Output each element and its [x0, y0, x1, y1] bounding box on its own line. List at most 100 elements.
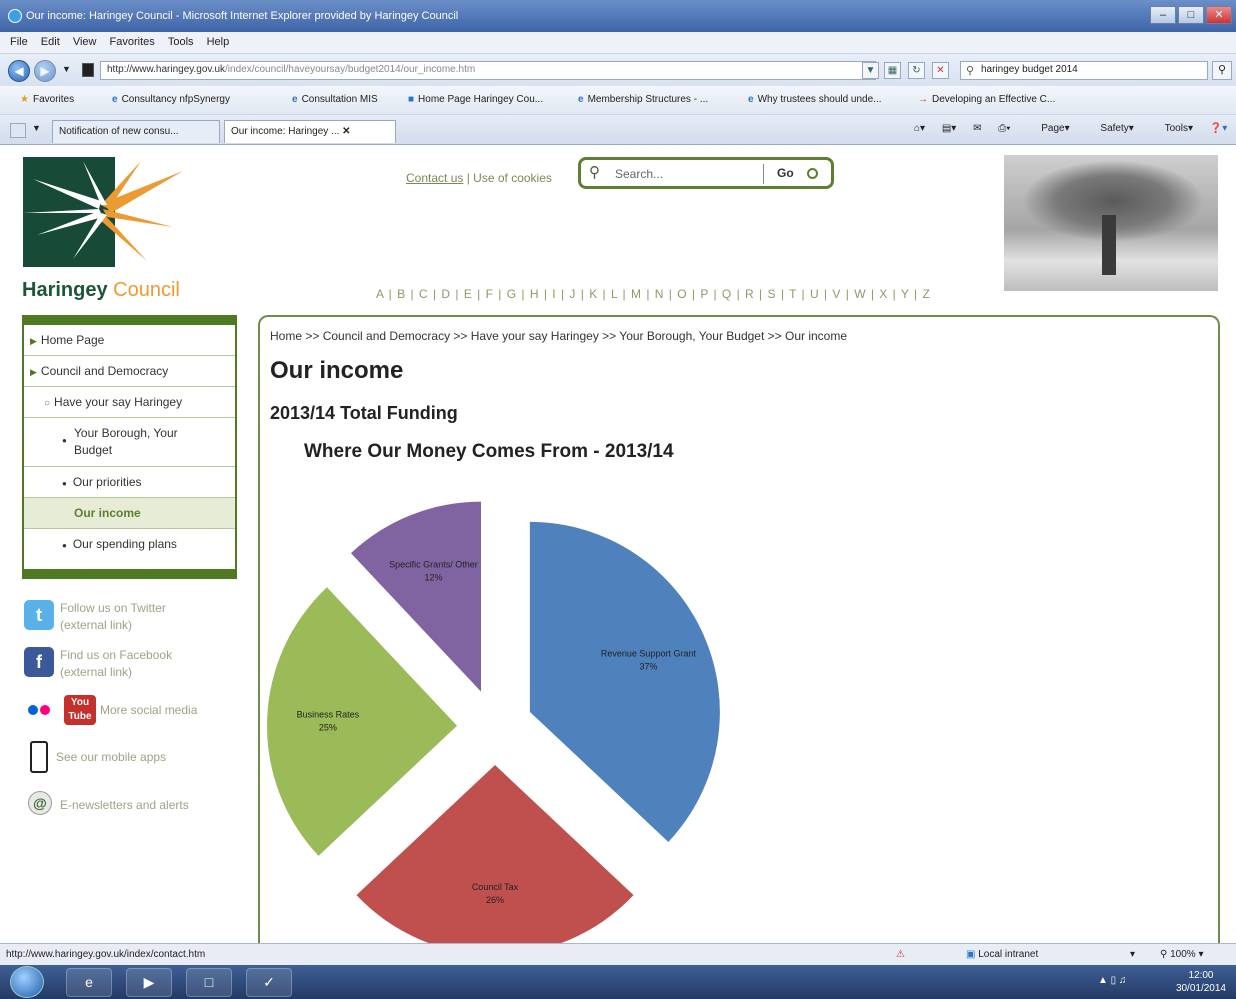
- logo-word-council: Council: [113, 279, 180, 301]
- print-icon[interactable]: ⎙▾: [998, 123, 1010, 134]
- cookies-link[interactable]: Use of cookies: [473, 171, 552, 185]
- home-icon[interactable]: ⌂▾: [914, 123, 925, 134]
- status-link: http://www.haringey.gov.uk/index/contact…: [6, 949, 206, 960]
- forward-icon[interactable]: ▶: [34, 60, 56, 82]
- nav-our-spending-plans[interactable]: ● Our spending plans: [24, 529, 235, 560]
- tab-our-income[interactable]: Our income: Haringey ... ✕: [224, 120, 396, 143]
- address-dropdown-icon[interactable]: ▼: [862, 62, 879, 79]
- enewsletters-link[interactable]: E-newsletters and alerts: [60, 798, 189, 812]
- nav-label: Your Borough, Your Budget: [74, 426, 178, 457]
- address-bar-row: ◀ ▶ ▼ http://www.haringey.gov.uk/index/c…: [0, 54, 1236, 86]
- favorite-label: Consultation MIS: [301, 94, 378, 105]
- start-button[interactable]: [10, 966, 44, 998]
- system-clock[interactable]: 12:00 30/01/2014: [1176, 969, 1226, 995]
- haringey-logo[interactable]: [23, 157, 188, 267]
- search-divider: [763, 164, 764, 184]
- twitter-icon[interactable]: t: [24, 600, 54, 630]
- compat-view-icon[interactable]: ▦: [884, 62, 901, 79]
- favorites-button[interactable]: ★ Favorites: [20, 94, 74, 105]
- page-menu[interactable]: Page▾: [1027, 123, 1069, 134]
- nav-label: Our income: [74, 506, 141, 520]
- close-button[interactable]: ✕: [1206, 6, 1232, 24]
- help-icon[interactable]: ❓▾: [1210, 123, 1227, 134]
- tab-list-dropdown-icon[interactable]: ▼: [32, 123, 41, 133]
- browser-search-input[interactable]: ⚲ haringey budget 2014: [960, 61, 1208, 80]
- top-links: Contact us | Use of cookies: [406, 171, 552, 185]
- zone-indicator[interactable]: ▣ Local intranet: [966, 949, 1038, 960]
- youtube-icon[interactable]: You Tube: [64, 695, 96, 725]
- facebook-link[interactable]: Find us on Facebook (external link): [60, 647, 172, 681]
- menu-edit[interactable]: Edit: [41, 36, 60, 48]
- mail-icon[interactable]: ✉: [973, 123, 981, 134]
- nav-home-page[interactable]: ▶ Home Page: [24, 325, 235, 356]
- minimize-button[interactable]: –: [1150, 6, 1176, 24]
- tools-menu[interactable]: Tools▾: [1151, 123, 1193, 134]
- nav-council-democracy[interactable]: ▶ Council and Democracy: [24, 356, 235, 387]
- menu-tools[interactable]: Tools: [168, 36, 194, 48]
- back-icon[interactable]: ◀: [8, 60, 30, 82]
- facebook-icon[interactable]: f: [24, 647, 54, 677]
- status-options-icon[interactable]: ▾: [1130, 949, 1135, 960]
- quick-tabs-icon[interactable]: [10, 123, 26, 138]
- browser-search-button[interactable]: ⚲: [1212, 61, 1232, 80]
- history-dropdown-icon[interactable]: ▼: [62, 64, 71, 74]
- tray-icons[interactable]: ▲ ▯ ♫: [1098, 975, 1126, 986]
- status-bar: http://www.haringey.gov.uk/index/contact…: [0, 943, 1236, 965]
- arrow-right-icon: ▶: [30, 336, 37, 346]
- address-input[interactable]: http://www.haringey.gov.uk/index/council…: [100, 61, 876, 80]
- safety-menu[interactable]: Safety▾: [1086, 123, 1133, 134]
- explorer-folder-icon[interactable]: □: [186, 968, 232, 997]
- breadcrumb[interactable]: Home >> Council and Democracy >> Have yo…: [270, 329, 847, 343]
- nav-our-income[interactable]: Our income: [24, 498, 235, 529]
- close-tab-icon[interactable]: ✕: [342, 126, 350, 137]
- nav-have-your-say[interactable]: ○ Have your say Haringey: [24, 387, 235, 418]
- favorite-link[interactable]: e Consultancy nfpSynergy: [112, 94, 230, 105]
- main-content: Home >> Council and Democracy >> Have yo…: [258, 315, 1220, 943]
- twitter-link[interactable]: Follow us on Twitter (external link): [60, 600, 166, 634]
- favorite-link[interactable]: → Developing an Effective C...: [918, 94, 1055, 105]
- contact-us-link[interactable]: Contact us: [406, 171, 463, 185]
- mobile-apps-link[interactable]: See our mobile apps: [56, 750, 166, 764]
- search-go-button[interactable]: Go: [777, 166, 794, 180]
- favorite-link[interactable]: e Why trustees should unde...: [748, 94, 882, 105]
- maximize-button[interactable]: □: [1178, 6, 1204, 24]
- nav-your-borough-budget[interactable]: ● Your Borough, Your Budget: [24, 418, 235, 467]
- window-title: Our income: Haringey Council - Microsoft…: [26, 10, 459, 22]
- menu-favorites[interactable]: Favorites: [110, 36, 155, 48]
- go-circle-icon[interactable]: [807, 168, 818, 179]
- slice-label-3: Specific Grants/ Other: [389, 560, 478, 570]
- slice-label-2: Business Rates: [297, 710, 360, 720]
- tree-photo: [1004, 155, 1218, 291]
- menu-view[interactable]: View: [73, 36, 97, 48]
- favorite-link[interactable]: e Membership Structures - ...: [578, 94, 708, 105]
- favorite-link[interactable]: e Consultation MIS: [292, 94, 378, 105]
- refresh-icon[interactable]: ↻: [908, 62, 925, 79]
- stop-icon[interactable]: ✕: [932, 62, 949, 79]
- tab-notification[interactable]: Notification of new consu...: [52, 120, 220, 143]
- favorites-bar: ★ Favorites e Consultancy nfpSynergy e Cons…: [0, 86, 1236, 115]
- a-z-index[interactable]: A | B | C | D | E | F | G | H | I | J | …: [376, 287, 931, 301]
- menu-help[interactable]: Help: [207, 36, 230, 48]
- feeds-icon[interactable]: ▤▾: [942, 123, 956, 134]
- zoom-control[interactable]: ⚲ 100% ▾: [1160, 949, 1204, 960]
- more-social-link[interactable]: More social media: [100, 703, 197, 717]
- chart-app-icon[interactable]: ✓: [246, 968, 292, 997]
- search-icon: ⚲: [589, 164, 600, 181]
- media-player-icon[interactable]: ▶: [126, 968, 172, 997]
- window-title-bar: Our income: Haringey Council - Microsoft…: [0, 0, 1236, 32]
- site-search-input[interactable]: Search...: [615, 167, 663, 181]
- menu-file[interactable]: File: [10, 36, 28, 48]
- slice-value-3: 12%: [424, 573, 442, 583]
- favorite-link[interactable]: ■ Home Page Haringey Cou...: [408, 94, 543, 105]
- page-title: Our income: [270, 357, 404, 384]
- nav-our-priorities[interactable]: ● Our priorities: [24, 467, 235, 498]
- bullet-icon: ●: [62, 541, 67, 550]
- flickr-icon[interactable]: [28, 705, 38, 715]
- menu-bar: File Edit View Favorites Tools Help: [0, 32, 1236, 54]
- open-circle-icon: ○: [44, 398, 51, 409]
- mobile-phone-icon[interactable]: [30, 741, 48, 773]
- email-at-icon[interactable]: @: [28, 791, 52, 815]
- ie-taskbar-icon[interactable]: e: [66, 968, 112, 997]
- browser-search-text: haringey budget 2014: [981, 64, 1078, 75]
- protected-mode-icon[interactable]: ⚠: [896, 949, 905, 960]
